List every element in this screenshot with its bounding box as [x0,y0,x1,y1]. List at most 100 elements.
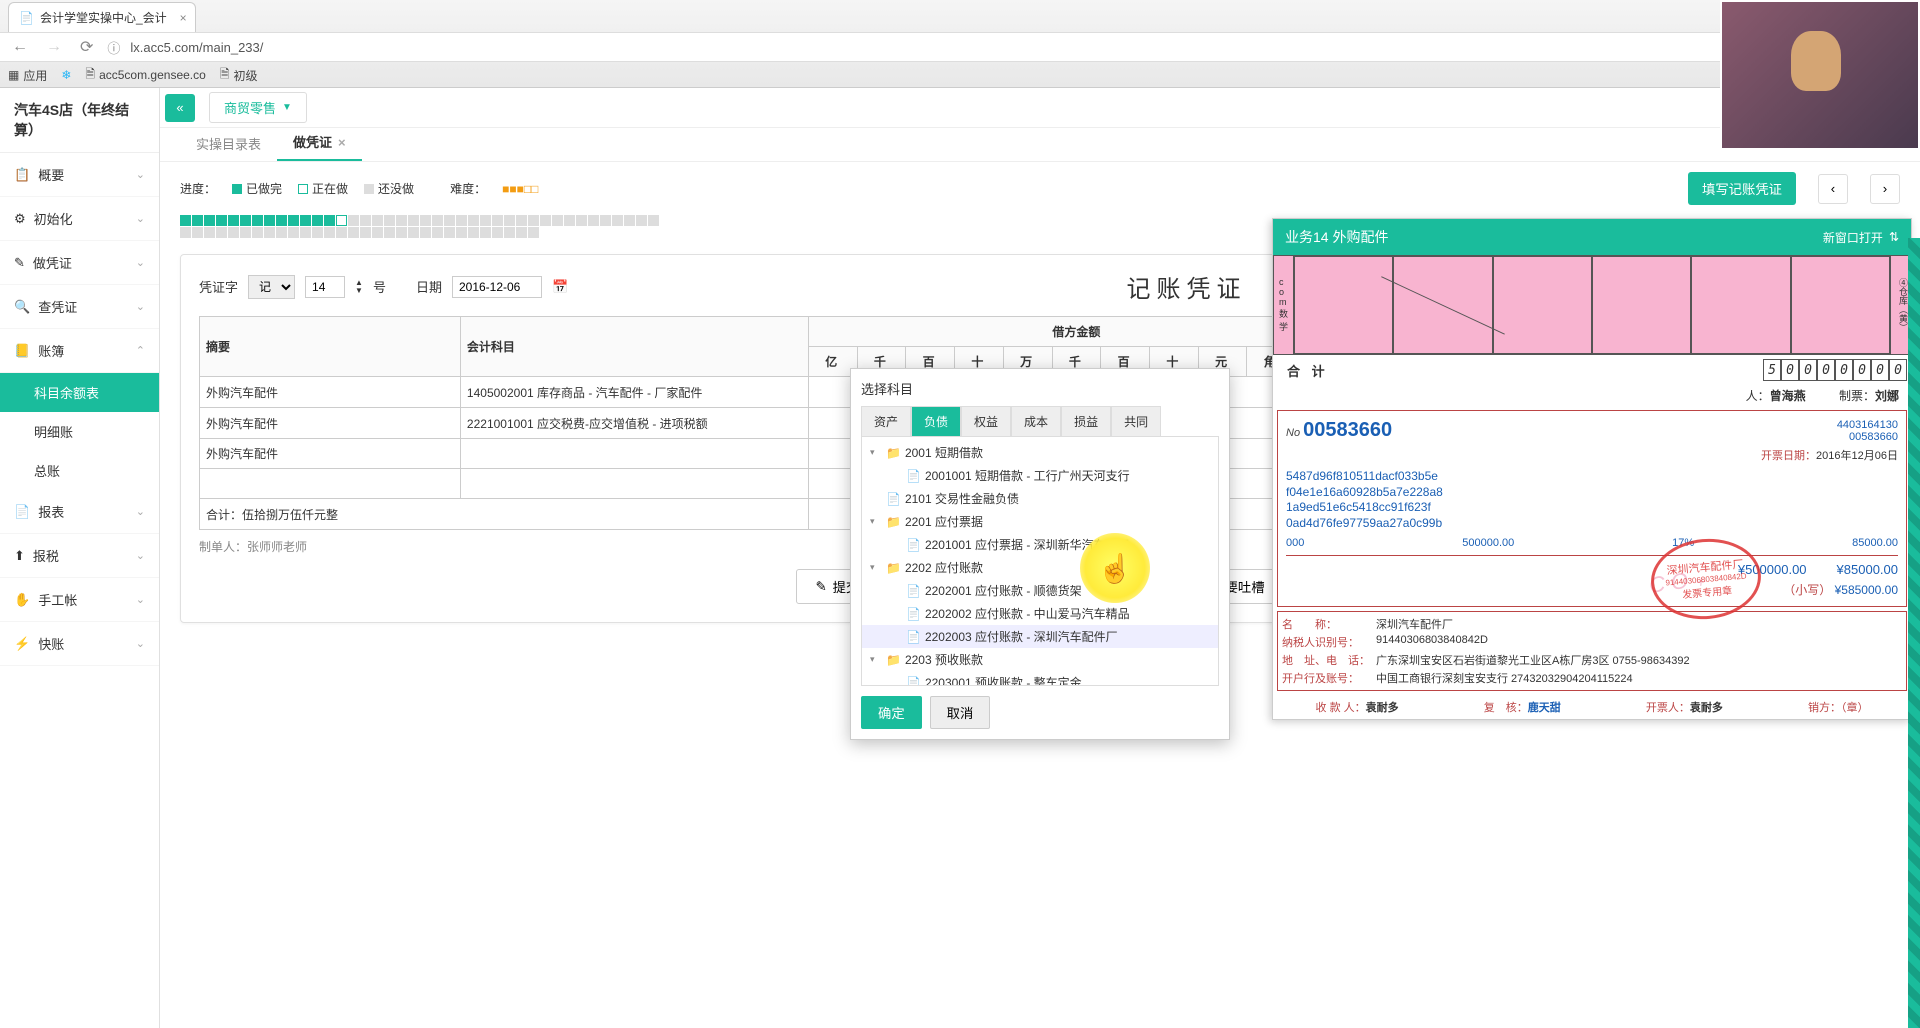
progress-box[interactable] [480,227,491,238]
close-icon[interactable]: × [338,135,346,150]
browser-tab[interactable]: 📄 会计学堂实操中心_会计 × [8,2,196,32]
tree-item[interactable]: 📄 2101 交易性金融负债 [862,487,1218,510]
progress-box[interactable] [612,215,623,226]
progress-box[interactable] [252,215,263,226]
picker-tab[interactable]: 资产 [861,406,911,436]
progress-box[interactable] [516,215,527,226]
sidebar-item[interactable]: ✋手工帐⌄ [0,578,159,622]
progress-box[interactable] [192,227,203,238]
progress-box[interactable] [444,215,455,226]
sidebar-item[interactable]: ✎做凭证⌄ [0,241,159,285]
progress-box[interactable] [348,227,359,238]
progress-box[interactable] [468,215,479,226]
progress-box[interactable] [360,227,371,238]
progress-box[interactable] [360,215,371,226]
progress-box[interactable] [276,215,287,226]
progress-box[interactable] [204,215,215,226]
progress-box[interactable] [396,227,407,238]
tree-item[interactable]: ▾📁 2203 预收账款 [862,648,1218,671]
progress-box[interactable] [408,227,419,238]
tree-item[interactable]: 📄 2202003 应付账款 - 深圳汽车配件厂 [862,625,1218,648]
toggle-icon[interactable]: ▾ [870,562,875,573]
tree-item[interactable]: ▾📁 2001 短期借款 [862,441,1218,464]
confirm-button[interactable]: 确定 [861,696,922,729]
stepper-down[interactable]: ▼ [355,287,363,295]
progress-box[interactable] [336,227,347,238]
tab-catalog[interactable]: 实操目录表 [180,126,277,161]
progress-box[interactable] [456,227,467,238]
progress-box[interactable] [348,215,359,226]
progress-box[interactable] [420,215,431,226]
summary-cell[interactable]: 外购汽车配件 [200,377,461,408]
progress-box[interactable] [540,215,551,226]
tree-item[interactable]: ▾📁 2201 应付票据 [862,510,1218,533]
progress-box[interactable] [528,227,539,238]
progress-box[interactable] [240,215,251,226]
progress-box[interactable] [588,215,599,226]
progress-box[interactable] [324,215,335,226]
subject-cell[interactable] [460,439,808,469]
progress-box[interactable] [372,215,383,226]
progress-box[interactable] [492,215,503,226]
progress-box[interactable] [444,227,455,238]
progress-box[interactable] [264,227,275,238]
reload-icon[interactable]: ⟳ [76,37,97,57]
prev-button[interactable]: ‹ [1818,174,1848,204]
progress-box[interactable] [276,227,287,238]
progress-box[interactable] [180,227,191,238]
progress-box[interactable] [312,227,323,238]
progress-box[interactable] [372,227,383,238]
progress-box[interactable] [180,215,191,226]
bookmark-item[interactable]: 🗎 acc5com.gensee.co [85,65,205,86]
sidebar-item[interactable]: 📋概要⌄ [0,153,159,197]
toggle-icon[interactable]: ▾ [870,516,875,527]
close-icon[interactable]: × [180,11,187,25]
subject-tree[interactable]: ▾📁 2001 短期借款📄 2001001 短期借款 - 工行广州天河支行📄 2… [861,436,1219,686]
progress-box[interactable] [288,227,299,238]
picker-tab[interactable]: 负债 [911,406,961,436]
progress-box[interactable] [600,215,611,226]
subject-cell[interactable]: 1405002001 库存商品 - 汽车配件 - 厂家配件 [460,377,808,408]
apps-button[interactable]: ▦ 应用 [8,67,47,84]
progress-box[interactable] [648,215,659,226]
progress-box[interactable] [624,215,635,226]
open-new-window-button[interactable]: 新窗口打开 ⇅ [1823,229,1899,246]
voucher-date-input[interactable] [452,276,542,298]
progress-box[interactable] [432,215,443,226]
calendar-icon[interactable]: 📅 [552,279,568,295]
summary-cell[interactable]: 外购汽车配件 [200,439,461,469]
picker-tab[interactable]: 成本 [1011,406,1061,436]
progress-box[interactable] [300,215,311,226]
info-icon[interactable]: ⓘ [107,38,120,57]
progress-box[interactable] [228,227,239,238]
progress-box[interactable] [300,227,311,238]
cancel-button[interactable]: 取消 [930,696,991,729]
tree-item[interactable]: 📄 2202002 应付账款 - 中山爱马汽车精品 [862,602,1218,625]
progress-box[interactable] [576,215,587,226]
next-button[interactable]: › [1870,174,1900,204]
business-type-select[interactable]: 商贸零售▼ [209,92,307,123]
progress-box[interactable] [228,215,239,226]
progress-box[interactable] [384,215,395,226]
progress-box[interactable] [336,215,347,226]
progress-box[interactable] [564,215,575,226]
progress-box[interactable] [240,227,251,238]
progress-box[interactable] [312,215,323,226]
progress-box[interactable] [216,227,227,238]
progress-box[interactable] [252,227,263,238]
progress-box[interactable] [432,227,443,238]
sidebar-subitem[interactable]: 明细账 [0,412,159,451]
forward-icon[interactable]: → [42,38,66,56]
progress-box[interactable] [192,215,203,226]
sidebar-item[interactable]: 📒账簿⌃ [0,329,159,373]
sidebar-item[interactable]: ⬆报税⌄ [0,534,159,578]
sidebar-item[interactable]: 📄报表⌄ [0,490,159,534]
tree-item[interactable]: ▾📁 2202 应付账款 [862,556,1218,579]
picker-tab[interactable]: 损益 [1061,406,1111,436]
tree-item[interactable]: 📄 2001001 短期借款 - 工行广州天河支行 [862,464,1218,487]
summary-cell[interactable]: 外购汽车配件 [200,408,461,439]
progress-box[interactable] [504,215,515,226]
picker-tab[interactable]: 权益 [961,406,1011,436]
tab-voucher[interactable]: 做凭证× [277,124,362,161]
sidebar-subitem[interactable]: 科目余额表 [0,373,159,412]
